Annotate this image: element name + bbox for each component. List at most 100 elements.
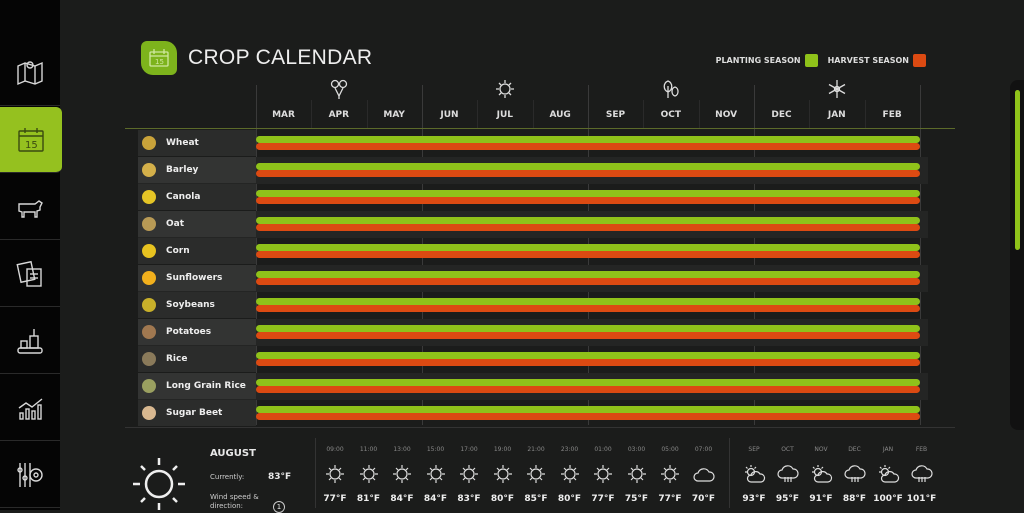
monthly-forecast-label: DEC	[848, 446, 861, 453]
hourly-forecast-label: 21:00	[527, 446, 545, 453]
crop-row: Canola	[138, 184, 928, 211]
month-apr: APR	[328, 110, 350, 120]
crop-name: Oat	[166, 219, 185, 229]
crop-name: Canola	[166, 192, 201, 202]
harvest-season-bar	[256, 170, 920, 177]
harvest-season-bar	[256, 251, 920, 258]
sidebar-item-settings[interactable]	[0, 442, 60, 508]
sun-icon	[495, 80, 514, 98]
sidebar: 15	[0, 0, 62, 510]
sun-icon	[560, 465, 579, 483]
wind-indicator: 1	[273, 501, 285, 513]
crop-icon	[142, 217, 156, 231]
hourly-forecast-label: 19:00	[493, 446, 512, 453]
harvest-season-bar	[256, 224, 920, 231]
partly-cloudy-icon	[812, 465, 833, 483]
sidebar-item-production[interactable]	[0, 308, 60, 374]
crop-name: Soybeans	[166, 300, 215, 310]
harvest-season-bar	[256, 278, 920, 285]
month-aug: AUG	[549, 110, 571, 120]
crop-row: Sunflowers	[138, 265, 928, 292]
planting-season-bar	[256, 244, 920, 251]
hourly-forecast-label: 01:00	[594, 446, 612, 453]
calendar-icon: 15	[141, 41, 177, 75]
rain-icon	[843, 465, 866, 482]
planting-season-bar	[256, 406, 920, 413]
sun-icon	[627, 465, 646, 483]
hourly-forecast-label: 15:00	[426, 446, 445, 453]
sidebar-item-contracts[interactable]	[0, 241, 60, 307]
weather-month: AUGUST	[210, 448, 256, 459]
documents-icon	[16, 260, 42, 287]
sun-icon	[133, 458, 185, 510]
crop-icon	[142, 190, 156, 204]
month-sep: SEP	[605, 110, 626, 120]
sun-icon	[460, 465, 478, 483]
weather-panel: AUGUST Currently: 83°F Wind speed & dire…	[125, 427, 955, 513]
harvest-season-bar	[256, 143, 920, 150]
planting-season-bar	[256, 136, 920, 143]
sidebar-item-animals[interactable]	[0, 174, 60, 240]
hourly-forecast-label: 23:00	[560, 446, 579, 453]
crop-row: Barley	[138, 157, 928, 184]
crop-icon	[142, 406, 156, 420]
snowflake-icon	[828, 80, 846, 98]
harvest-season-bar	[256, 305, 920, 312]
crop-row: Wheat	[138, 130, 928, 157]
harvest-season-bar	[256, 197, 920, 204]
crop-icon	[142, 379, 156, 393]
crop-label: Soybeans	[138, 292, 256, 318]
crop-label: Long Grain Rice	[138, 373, 256, 399]
svg-text:15: 15	[155, 58, 164, 66]
leaves-icon	[663, 80, 679, 98]
month-feb: FEB	[882, 110, 902, 120]
planting-season-bar	[256, 325, 920, 332]
harvest-season-bar	[256, 413, 920, 420]
sun-icon	[594, 465, 612, 483]
crop-name: Sunflowers	[166, 273, 223, 283]
page-title: CROP CALENDAR	[188, 46, 373, 69]
hourly-forecast-label: 07:00	[694, 446, 713, 453]
sidebar-item-map[interactable]	[0, 40, 60, 106]
partly-cloudy-icon	[745, 465, 766, 483]
crop-label: Potatoes	[138, 319, 256, 345]
monthly-forecast-label: JAN	[882, 446, 894, 453]
factory-icon	[17, 328, 43, 354]
crop-name: Corn	[166, 246, 190, 256]
hourly-forecast-label: 05:00	[661, 446, 679, 453]
monthly-forecast-temp: 101°F	[906, 494, 937, 504]
planting-season-bar	[256, 298, 920, 305]
cow-icon	[18, 199, 43, 218]
crop-icon	[142, 298, 156, 312]
hourly-forecast-label: 13:00	[393, 446, 411, 453]
sidebar-item-statistics[interactable]	[0, 375, 60, 441]
crop-label: Sunflowers	[138, 265, 256, 291]
month-oct: OCT	[660, 110, 681, 120]
crop-label: Canola	[138, 184, 256, 210]
sidebar-item-calendar[interactable]: 15	[0, 107, 62, 173]
hourly-forecast-temp: 70°F	[691, 494, 716, 504]
legend: PLANTING SEASON HARVEST SEASON	[716, 54, 926, 67]
scrollbar-thumb[interactable]	[1015, 90, 1020, 250]
planting-season-bar	[256, 190, 920, 197]
crop-name: Sugar Beet	[166, 408, 223, 418]
crop-icon	[142, 136, 156, 150]
planting-season-bar	[256, 379, 920, 386]
crop-label: Oat	[138, 211, 256, 237]
harvest-season-bar	[256, 359, 920, 366]
svg-text:15: 15	[25, 140, 38, 151]
crop-icon	[142, 325, 156, 339]
crop-row: Potatoes	[138, 319, 928, 346]
sun-icon	[527, 465, 545, 483]
sun-icon	[426, 465, 445, 483]
cloud-icon	[692, 468, 715, 482]
crop-icon	[142, 352, 156, 366]
header-divider	[125, 128, 955, 129]
planting-season-bar	[256, 163, 920, 170]
crop-row: Soybeans	[138, 292, 928, 319]
harvest-season-bar	[256, 332, 920, 339]
crop-row: Corn	[138, 238, 928, 265]
scrollbar[interactable]	[1010, 80, 1024, 430]
crop-label: Corn	[138, 238, 256, 264]
partly-cloudy-icon	[879, 465, 900, 483]
